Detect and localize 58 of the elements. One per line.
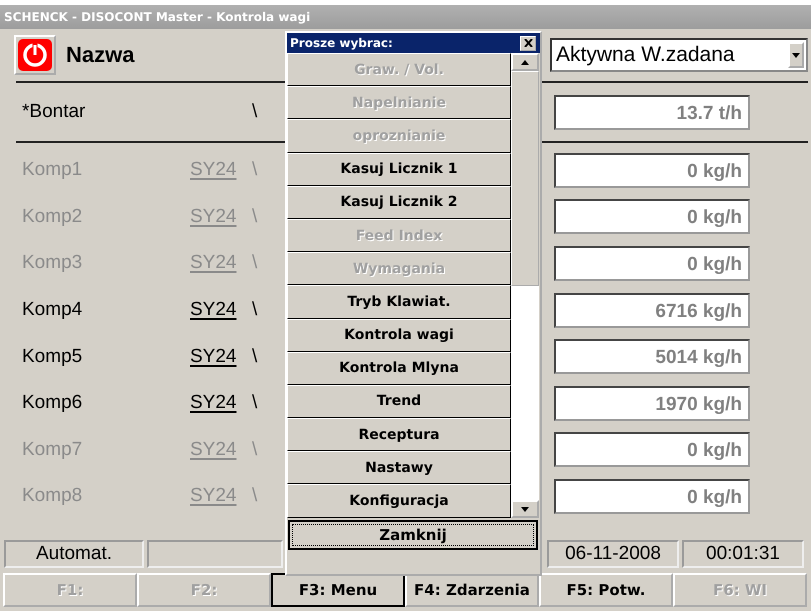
value-field: 0 kg/h (554, 246, 750, 281)
date-field: 06-11-2008 (547, 540, 679, 568)
component-name: Komp6 (22, 392, 84, 414)
component-name: Komp5 (22, 346, 84, 368)
value-field: 6716 kg/h (554, 292, 750, 328)
row-fragment: \ (252, 159, 258, 182)
row-fragment: \ (252, 438, 258, 461)
component-name: Komp4 (22, 299, 84, 322)
power-button[interactable] (14, 35, 56, 75)
value-field: 13.7 t/h (554, 94, 750, 130)
row-fragment: \ (252, 346, 258, 368)
scroll-up-icon[interactable] (511, 53, 539, 71)
row-fragment: \ (252, 206, 258, 228)
row-fragment: \ (252, 392, 258, 414)
time-field: 00:01:31 (682, 540, 804, 568)
caret-icon (788, 42, 804, 68)
value-field: 0 kg/h (554, 478, 750, 514)
menu-item[interactable]: Receptura (287, 418, 511, 452)
row-fragment: \ (252, 299, 258, 322)
component-name: Komp2 (22, 206, 84, 228)
close-icon (524, 39, 532, 47)
function-key[interactable]: F5: Potw. (539, 573, 673, 607)
value-field: 0 kg/h (554, 432, 750, 468)
scrollbar[interactable] (511, 53, 539, 518)
dialog-title: Prosze wybrac: (290, 36, 393, 50)
total-name: *Bontar (22, 101, 86, 123)
dropdown[interactable]: Aktywna W.zadana (550, 38, 808, 72)
menu-item[interactable]: Kontrola Mlyna (287, 352, 511, 385)
function-key[interactable]: F4: Zdarzenia (405, 573, 539, 607)
menu-item[interactable]: Tryb Klawiat. (287, 285, 511, 318)
row-fragment: \ (252, 485, 258, 508)
value-field: 0 kg/h (554, 152, 750, 188)
value-field: 5014 kg/h (554, 339, 750, 374)
component-name: Komp7 (22, 438, 84, 461)
menu-item[interactable]: Nastawy (287, 451, 511, 484)
menu-item[interactable]: Kasuj Licznik 1 (287, 152, 511, 186)
value-field: 1970 kg/h (554, 386, 750, 421)
scroll-down-icon[interactable] (511, 500, 539, 518)
value-field: 0 kg/h (554, 199, 750, 234)
component-name: Komp1 (22, 159, 84, 182)
menu-item[interactable]: Kontrola wagi (287, 318, 511, 352)
close-button[interactable] (520, 36, 536, 50)
function-key[interactable]: F3: Menu (271, 573, 405, 607)
menu-item[interactable]: Kasuj Licznik 2 (287, 186, 511, 219)
component-name: Komp8 (22, 485, 84, 508)
menu-item[interactable]: Konfiguracja (287, 484, 511, 518)
column-heading: Nazwa (66, 42, 134, 68)
window-title: SCHENCK - DISOCONT Master - Kontrola wagi (0, 5, 811, 29)
device-link[interactable]: SY24 (190, 299, 252, 322)
menu-item[interactable]: Trend (287, 384, 511, 418)
device-link[interactable]: SY24 (190, 346, 252, 368)
scroll-thumb[interactable] (511, 71, 539, 286)
row-fragment: \ (252, 101, 258, 123)
row-fragment: \ (252, 252, 258, 274)
close-menu-button[interactable]: Zamknij (288, 520, 538, 550)
device-link[interactable]: SY24 (190, 392, 252, 414)
mode-field: Automat. (4, 540, 144, 568)
component-name: Komp3 (22, 252, 84, 274)
